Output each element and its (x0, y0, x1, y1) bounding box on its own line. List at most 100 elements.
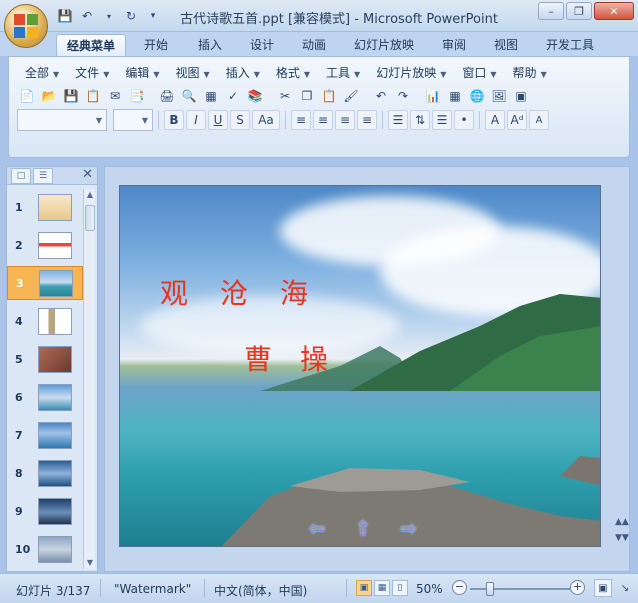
zoom-level[interactable]: 50% (416, 582, 443, 596)
cut-icon[interactable]: ✂ (275, 86, 295, 106)
left-arrow-icon[interactable]: ⇦ (302, 516, 332, 540)
paste-icon[interactable]: 📋 (319, 86, 339, 106)
research-icon[interactable]: ▦ (201, 86, 221, 106)
zoom-slider-track[interactable] (470, 588, 570, 590)
pdf-icon[interactable]: 📑 (127, 86, 147, 106)
scrollbar-thumb[interactable] (85, 205, 95, 231)
previous-slide-icon[interactable]: ▲▲ (615, 517, 629, 527)
tab-insert[interactable]: 插入 (188, 34, 232, 56)
home-icon[interactable]: ⇧ (348, 516, 378, 540)
slide-nav-scroll[interactable]: ▲▲ ▼▼ (615, 517, 629, 557)
menu-insert[interactable]: 插入 ▼ (218, 64, 268, 82)
table-icon[interactable]: ▦ (445, 86, 465, 106)
align-center-icon[interactable]: ≡ (313, 110, 333, 130)
columns-icon[interactable]: ☰ (388, 110, 408, 130)
format-painter-icon[interactable]: 🖌 (341, 86, 361, 106)
normal-view-icon[interactable]: ▣ (356, 580, 372, 596)
slide-thumbnail-7[interactable]: 7 (7, 419, 83, 453)
font-size-combo[interactable]: ▼ (113, 109, 153, 131)
italic-button[interactable]: I (186, 110, 206, 130)
print-preview-icon[interactable]: 🔍 (179, 86, 199, 106)
numbering-icon[interactable]: ☰ (432, 110, 452, 130)
copy-icon[interactable]: ❐ (297, 86, 317, 106)
right-arrow-icon[interactable]: ⇨ (394, 516, 424, 540)
slide-thumbnail-10[interactable]: 10 (7, 533, 83, 567)
zoom-in-icon[interactable]: + (570, 580, 585, 595)
slide-title[interactable]: 观沧海 (160, 272, 340, 312)
picture-icon[interactable]: 🖼 (489, 86, 509, 106)
justify-icon[interactable]: ≡ (357, 110, 377, 130)
menu-window[interactable]: 窗口 ▼ (454, 64, 504, 82)
bold-button[interactable]: B (164, 110, 184, 130)
menu-help[interactable]: 帮助 ▼ (505, 64, 555, 82)
menu-all[interactable]: 全部 ▼ (17, 64, 67, 82)
tab-home[interactable]: 开始 (134, 34, 178, 56)
underline-button[interactable]: U (208, 110, 228, 130)
scroll-up-icon[interactable]: ▲ (84, 189, 96, 201)
tab-animations[interactable]: 动画 (292, 34, 336, 56)
tab-view[interactable]: 视图 (484, 34, 528, 56)
slide-sorter-view-icon[interactable]: ▦ (374, 580, 390, 596)
close-icon[interactable]: ✕ (82, 167, 93, 182)
save-icon[interactable]: 💾 (61, 86, 81, 106)
slide-thumbnail-8[interactable]: 8 (7, 457, 83, 491)
office-button[interactable] (4, 4, 48, 48)
slide-author[interactable]: 曹操 (244, 338, 356, 378)
slide-thumbnail-2[interactable]: 2 (7, 229, 83, 263)
tab-review[interactable]: 审阅 (432, 34, 476, 56)
new-file-icon[interactable]: 📄 (17, 86, 37, 106)
menu-tools[interactable]: 工具 ▼ (318, 64, 368, 82)
bullets-icon[interactable]: • (454, 110, 474, 130)
menu-edit[interactable]: 编辑 ▼ (117, 64, 167, 82)
menu-view[interactable]: 视图 ▼ (168, 64, 218, 82)
tab-classic-menu[interactable]: 经典菜单 (56, 34, 127, 56)
slide-thumbnail-9[interactable]: 9 (7, 495, 83, 529)
font-name-combo[interactable]: ▼ (17, 109, 107, 131)
tab-slideshow[interactable]: 幻灯片放映 (344, 34, 424, 56)
align-left-icon[interactable]: ≡ (291, 110, 311, 130)
spelling-icon[interactable]: ✓ (223, 86, 243, 106)
scroll-down-icon[interactable]: ▼ (84, 557, 96, 569)
menu-file[interactable]: 文件 ▼ (67, 64, 117, 82)
menu-slideshow[interactable]: 幻灯片放映 ▼ (368, 64, 454, 82)
slide-thumbnail-6[interactable]: 6 (7, 381, 83, 415)
resize-grip-icon[interactable]: ↘ (616, 579, 634, 597)
email-icon[interactable]: ✉ (105, 86, 125, 106)
slides-panel-scrollbar[interactable]: ▲ ▼ (83, 189, 95, 569)
thesaurus-icon[interactable]: 📚 (245, 86, 265, 106)
outline-tab-icon[interactable]: ☰ (33, 168, 53, 184)
zoom-out-icon[interactable]: − (452, 580, 467, 595)
font-color-icon[interactable]: A (485, 110, 505, 130)
text-direction-icon[interactable]: ⇅ (410, 110, 430, 130)
permission-icon[interactable]: 📋 (83, 86, 103, 106)
restore-button[interactable]: ❐ (566, 2, 592, 20)
tab-design[interactable]: 设计 (240, 34, 284, 56)
slide-thumbnail-4[interactable]: 4 (7, 305, 83, 339)
language-indicator[interactable]: 中文(简体，中国) (214, 582, 307, 599)
slide-thumbnail-3[interactable]: 3 (7, 266, 83, 300)
minimize-button[interactable]: – (538, 2, 564, 20)
slides-tab-icon[interactable]: □ (11, 168, 31, 184)
redo-icon[interactable]: ↷ (393, 86, 413, 106)
open-folder-icon[interactable]: 📂 (39, 86, 59, 106)
tab-developer[interactable]: 开发工具 (536, 34, 604, 56)
chart-icon[interactable]: 📊 (423, 86, 443, 106)
slide-thumbnail-5[interactable]: 5 (7, 343, 83, 377)
undo-icon[interactable]: ↶ (371, 86, 391, 106)
change-case-button[interactable]: Aa (252, 110, 280, 130)
close-button[interactable]: ✕ (594, 2, 634, 20)
grow-font-icon[interactable]: Aᵈ (507, 110, 527, 130)
fit-to-window-icon[interactable]: ▣ (594, 579, 612, 597)
menu-format[interactable]: 格式 ▼ (268, 64, 318, 82)
zoom-slider-thumb[interactable] (486, 582, 494, 596)
current-slide[interactable]: 观沧海 曹操 ⇦ ⇧ ⇨ (119, 185, 601, 547)
hyperlink-icon[interactable]: 🌐 (467, 86, 487, 106)
next-slide-icon[interactable]: ▼▼ (615, 533, 629, 543)
align-right-icon[interactable]: ≡ (335, 110, 355, 130)
slide-thumbnail-1[interactable]: 1 (7, 191, 83, 225)
slideshow-view-icon[interactable]: ▯ (392, 580, 408, 596)
color-grayscale-icon[interactable]: ▣ (511, 86, 531, 106)
shadow-button[interactable]: S (230, 110, 250, 130)
shrink-font-icon[interactable]: A (529, 110, 549, 130)
print-icon[interactable]: 🖨 (157, 86, 177, 106)
